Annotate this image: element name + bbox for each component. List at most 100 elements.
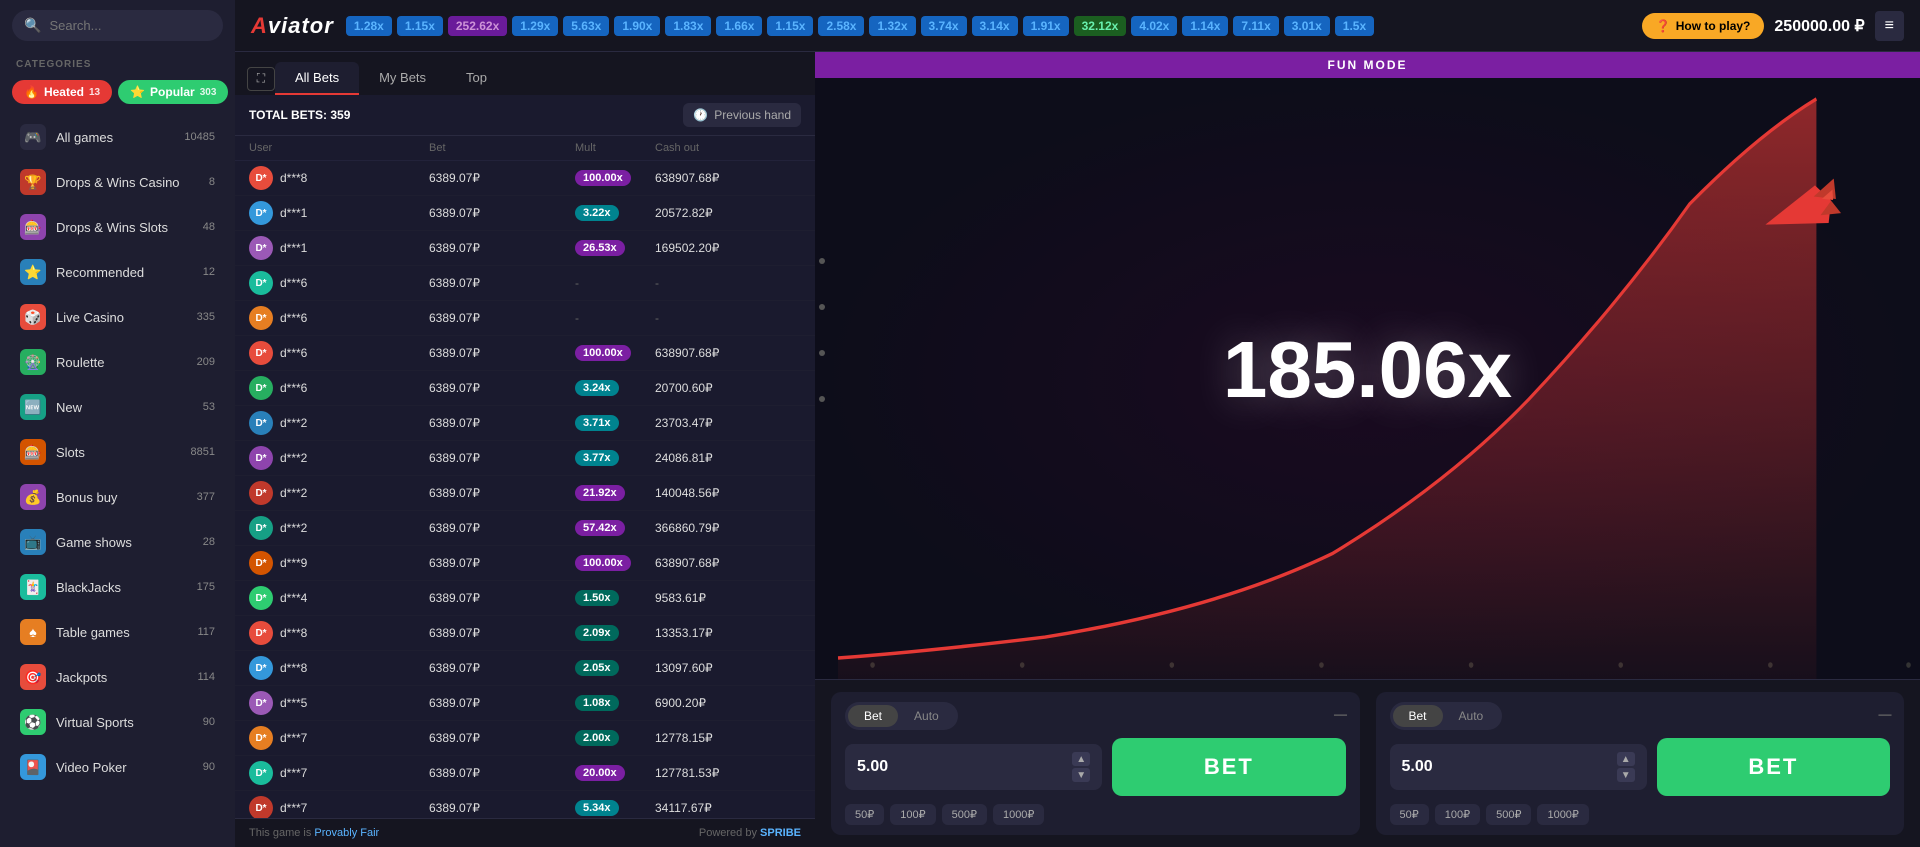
increase-btn-1[interactable]: ▲ xyxy=(1072,752,1090,766)
sidebar-item-drops-wins-slots[interactable]: 🎰 Drops & Wins Slots 48 xyxy=(6,205,229,249)
cashout-cell: 638907.68₽ xyxy=(655,346,801,360)
virtual-sports-label: Virtual Sports xyxy=(56,715,193,730)
mult-pill: 100.00x xyxy=(575,345,631,361)
sidebar-item-roulette[interactable]: 🎡 Roulette 209 xyxy=(6,340,229,384)
bet-panel-1-tabs: Bet Auto xyxy=(845,702,958,730)
how-to-button[interactable]: ❓ How to play? xyxy=(1642,13,1765,39)
increase-btn-2[interactable]: ▲ xyxy=(1617,752,1635,766)
search-input[interactable] xyxy=(49,18,211,33)
sidebar-item-blackjacks[interactable]: 🃏 BlackJacks 175 xyxy=(6,565,229,609)
roulette-icon: 🎡 xyxy=(20,349,46,375)
sidebar-item-all-games[interactable]: 🎮 All games 10485 xyxy=(6,115,229,159)
decrease-btn-1[interactable]: ▼ xyxy=(1072,768,1090,782)
sidebar-item-video-poker[interactable]: 🎴 Video Poker 90 xyxy=(6,745,229,789)
roulette-label: Roulette xyxy=(56,355,187,370)
multiplier-badge-9: 2.58x xyxy=(818,16,864,36)
cashout-amount: 9583.61₽ xyxy=(655,591,706,605)
quick-100-2[interactable]: 100₽ xyxy=(1435,804,1480,825)
sidebar-item-bonus-buy[interactable]: 💰 Bonus buy 377 xyxy=(6,475,229,519)
mult-pill: 5.34x xyxy=(575,800,619,816)
sidebar-item-drops-wins-casino[interactable]: 🏆 Drops & Wins Casino 8 xyxy=(6,160,229,204)
mult-cell: 5.34x xyxy=(575,800,655,816)
mult-dash: - xyxy=(575,276,579,290)
user-cell: D* d***6 xyxy=(249,271,429,295)
table-row: D* d***5 6389.07₽ 1.08x 6900.20₽ xyxy=(235,686,815,721)
sidebar-item-slots[interactable]: 🎰 Slots 8851 xyxy=(6,430,229,474)
bets-tabs: ⛶ All Bets My Bets Top xyxy=(235,52,815,95)
quick-1000-1[interactable]: 1000₽ xyxy=(993,804,1044,825)
inc-dec-2: ▲ ▼ xyxy=(1617,752,1635,782)
provably-fair-link[interactable]: Provably Fair xyxy=(314,827,379,839)
search-box[interactable]: 🔍 xyxy=(12,10,223,41)
tab-my-bets[interactable]: My Bets xyxy=(359,62,446,95)
quick-100-1[interactable]: 100₽ xyxy=(890,804,935,825)
bet-amount: 6389.07₽ xyxy=(429,521,575,535)
table-row: D* d***8 6389.07₽ 100.00x 638907.68₽ xyxy=(235,161,815,196)
user-name: d***7 xyxy=(280,731,307,745)
bet-button-1[interactable]: BET xyxy=(1112,738,1345,796)
user-name: d***6 xyxy=(280,346,307,360)
user-cell: D* d***2 xyxy=(249,481,429,505)
sidebar-item-jackpots[interactable]: 🎯 Jackpots 114 xyxy=(6,655,229,699)
mult-pill: 3.77x xyxy=(575,450,619,466)
mult-pill: 3.71x xyxy=(575,415,619,431)
cashout-cell: 169502.20₽ xyxy=(655,241,801,255)
sidebar-item-recommended[interactable]: ⭐ Recommended 12 xyxy=(6,250,229,294)
sidebar-item-new[interactable]: 🆕 New 53 xyxy=(6,385,229,429)
user-name: d***8 xyxy=(280,661,307,675)
quick-50-1[interactable]: 50₽ xyxy=(845,804,884,825)
bet-amount: 6389.07₽ xyxy=(429,206,575,220)
heated-button[interactable]: 🔥 Heated 13 xyxy=(12,80,112,104)
fun-mode-bar: FUN MODE xyxy=(815,52,1920,78)
bet-tab-auto-1[interactable]: Auto xyxy=(898,705,955,727)
bet-value-1: 5.00 xyxy=(857,758,1066,776)
bet-tab-bet-2[interactable]: Bet xyxy=(1393,705,1443,727)
popular-button[interactable]: ⭐ Popular 303 xyxy=(118,80,228,104)
multiplier-badge-3: 1.29x xyxy=(512,16,558,36)
collapse-icon-1[interactable]: － xyxy=(1332,702,1350,728)
multiplier-badge-8: 1.15x xyxy=(767,16,813,36)
balance-display: 250000.00 ₽ xyxy=(1774,16,1864,36)
bet-tab-auto-2[interactable]: Auto xyxy=(1443,705,1500,727)
decrease-btn-2[interactable]: ▼ xyxy=(1617,768,1635,782)
quick-50-2[interactable]: 50₽ xyxy=(1390,804,1429,825)
sidebar-item-table-games[interactable]: ♠ Table games 117 xyxy=(6,610,229,654)
user-name: d***2 xyxy=(280,416,307,430)
quick-500-1[interactable]: 500₽ xyxy=(942,804,987,825)
sidebar-item-game-shows[interactable]: 📺 Game shows 28 xyxy=(6,520,229,564)
roulette-count: 209 xyxy=(197,356,215,368)
drops-wins-slots-count: 48 xyxy=(203,221,215,233)
bet-input-box-1[interactable]: 5.00 ▲ ▼ xyxy=(845,744,1102,790)
table-row: D* d***2 6389.07₽ 57.42x 366860.79₽ xyxy=(235,511,815,546)
quick-500-2[interactable]: 500₽ xyxy=(1486,804,1531,825)
side-dot xyxy=(819,350,825,356)
menu-button[interactable]: ≡ xyxy=(1875,11,1904,41)
cashout-cell: 13097.60₽ xyxy=(655,661,801,675)
cashout-cell: 140048.56₽ xyxy=(655,486,801,500)
user-name: d***8 xyxy=(280,626,307,640)
user-name: d***2 xyxy=(280,451,307,465)
mult-pill: 3.22x xyxy=(575,205,619,221)
avatar: D* xyxy=(249,586,273,610)
avatar: D* xyxy=(249,726,273,750)
collapse-icon-2[interactable]: － xyxy=(1876,702,1894,728)
prev-hand-button[interactable]: 🕐 Previous hand xyxy=(683,103,801,127)
sidebar-item-virtual-sports[interactable]: ⚽ Virtual Sports 90 xyxy=(6,700,229,744)
sidebar-item-live-casino[interactable]: 🎲 Live Casino 335 xyxy=(6,295,229,339)
tab-all-bets[interactable]: All Bets xyxy=(275,62,359,95)
expand-icon[interactable]: ⛶ xyxy=(247,67,275,91)
user-name: d***2 xyxy=(280,521,307,535)
user-cell: D* d***6 xyxy=(249,306,429,330)
provably-fair-bar: This game is Provably Fair Powered by SP… xyxy=(235,818,815,847)
virtual-sports-count: 90 xyxy=(203,716,215,728)
mult-cell: 100.00x xyxy=(575,555,655,571)
quick-1000-2[interactable]: 1000₽ xyxy=(1537,804,1588,825)
tab-top[interactable]: Top xyxy=(446,62,507,95)
bet-button-2[interactable]: BET xyxy=(1657,738,1890,796)
table-row: D* d***6 6389.07₽ - - xyxy=(235,266,815,301)
bet-amount: 6389.07₽ xyxy=(429,311,575,325)
bet-tab-bet-1[interactable]: Bet xyxy=(848,705,898,727)
bet-input-box-2[interactable]: 5.00 ▲ ▼ xyxy=(1390,744,1647,790)
user-cell: D* d***7 xyxy=(249,761,429,785)
multiplier-badge-16: 1.14x xyxy=(1182,16,1228,36)
